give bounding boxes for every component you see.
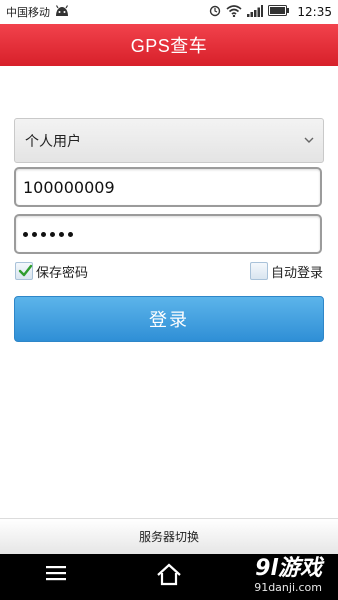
user-type-select[interactable]: 个人用户 xyxy=(14,118,324,163)
password-dot xyxy=(59,231,64,237)
android-icon xyxy=(54,4,70,20)
watermark-logo-text: 9l游戏 xyxy=(255,556,322,581)
status-left: 中国移动 xyxy=(6,4,70,20)
page-title: GPS查车 xyxy=(130,36,208,56)
title-bar: GPS查车 xyxy=(0,24,338,66)
status-right: 12:35 xyxy=(209,4,332,20)
signal-icon xyxy=(247,4,264,20)
login-button-label: 登录 xyxy=(149,310,189,331)
watermark-url: 91danji.com xyxy=(254,581,322,594)
auto-login-checkbox[interactable] xyxy=(249,262,268,280)
battery-icon xyxy=(268,5,290,19)
account-input[interactable]: 100000009 xyxy=(14,167,322,207)
remember-password-option[interactable]: 保存密码 xyxy=(15,261,88,281)
check-icon xyxy=(18,264,33,277)
sync-icon xyxy=(209,5,221,20)
password-dot xyxy=(41,231,46,237)
password-dot xyxy=(32,231,37,237)
password-dot xyxy=(68,231,73,237)
wifi-icon xyxy=(226,4,242,20)
carrier-label: 中国移动 xyxy=(6,6,50,19)
password-dot xyxy=(23,231,28,237)
server-switch-button[interactable]: 服务器切换 xyxy=(0,518,338,554)
status-bar: 中国移动 12:35 xyxy=(0,0,338,24)
chevron-down-icon xyxy=(303,134,315,146)
menu-icon[interactable] xyxy=(45,564,67,586)
remember-password-checkbox[interactable] xyxy=(15,262,33,280)
server-switch-label: 服务器切换 xyxy=(138,530,199,544)
account-value: 100000009 xyxy=(23,177,115,197)
password-mask xyxy=(23,231,73,237)
login-button[interactable]: 登录 xyxy=(14,296,324,342)
watermark-logo: 9l游戏 91danji.com xyxy=(222,557,322,597)
user-type-value: 个人用户 xyxy=(25,133,81,150)
auto-login-label: 自动登录 xyxy=(270,265,323,281)
remember-password-label: 保存密码 xyxy=(36,265,89,281)
home-icon[interactable] xyxy=(155,563,183,591)
password-dot xyxy=(50,231,55,237)
auto-login-option[interactable]: 自动登录 xyxy=(249,261,323,281)
password-input[interactable] xyxy=(14,214,322,254)
clock: 12:35 xyxy=(297,5,332,19)
